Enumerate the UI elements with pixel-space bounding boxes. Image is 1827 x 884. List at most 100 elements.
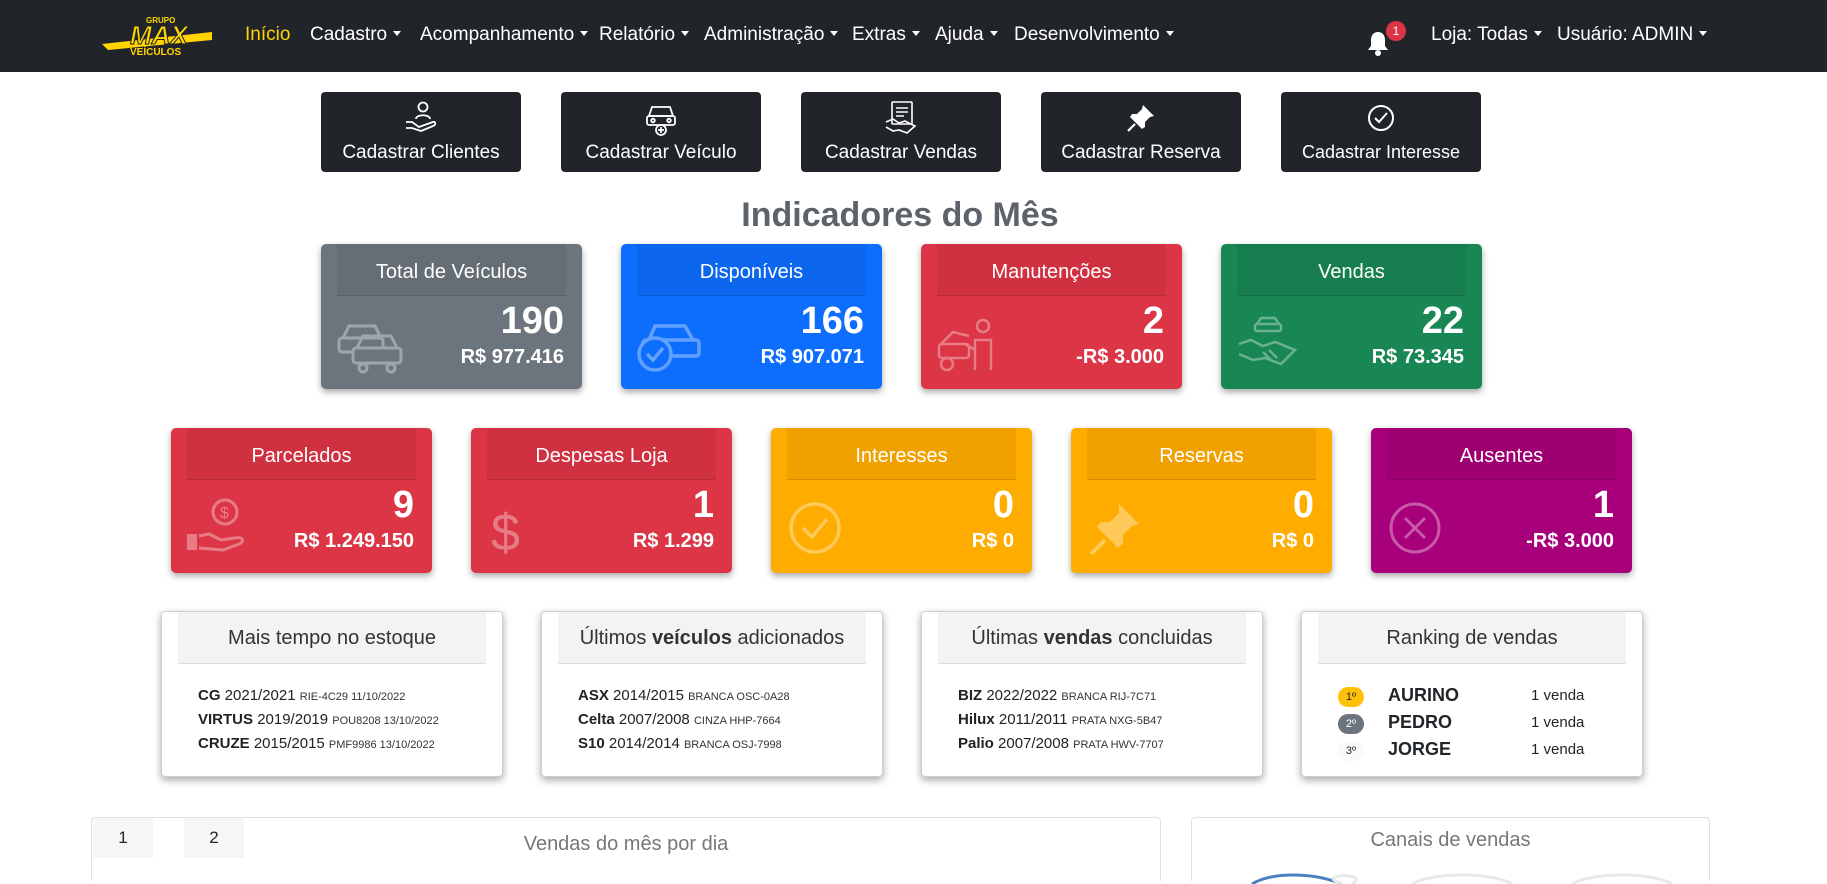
- card-value: R$ 1.299: [632, 530, 714, 552]
- card-reservas[interactable]: Reservas 0 R$ 0: [1071, 428, 1332, 573]
- caret-down-icon: [1165, 30, 1174, 36]
- list-item[interactable]: Hilux 2011/2011 PRATA NXG-5B47: [958, 711, 1164, 735]
- nav-inicio[interactable]: Início: [245, 24, 290, 46]
- panel-title-post: concluidas: [1112, 627, 1213, 649]
- card-title: Ausentes: [1387, 428, 1616, 480]
- card-count: 9: [392, 484, 414, 526]
- caret-down-icon: [830, 30, 839, 36]
- hand-user-icon: [406, 101, 437, 132]
- panel-mais-tempo-estoque: Mais tempo no estoque CG 2021/2021 RIE-4…: [161, 611, 503, 777]
- list-item[interactable]: S10 2014/2014 BRANCA OSJ-7998: [578, 735, 790, 759]
- cadastrar-vendas-button[interactable]: Cadastrar Vendas: [801, 92, 1001, 172]
- card-interesses[interactable]: Interesses 0 R$ 0: [771, 428, 1032, 573]
- card-value: R$ 0: [1271, 530, 1314, 552]
- vehicle-year: 2015/2015: [253, 735, 325, 752]
- handshake-icon: [1238, 316, 1298, 366]
- panel-title-pre: Últimas: [971, 627, 1044, 649]
- cadastrar-interesse-button[interactable]: Cadastrar Interesse: [1281, 92, 1481, 172]
- panel-title: Ranking de vendas: [1318, 612, 1626, 664]
- card-manutencoes[interactable]: Manutenções 2 -R$ 3.000: [921, 244, 1182, 389]
- panel-ultimas-vendas: Últimas vendas concluidas BIZ 2022/2022 …: [921, 611, 1263, 777]
- nav-relatorio[interactable]: Relatório: [599, 24, 690, 46]
- card-value: R$ 73.345: [1371, 346, 1464, 368]
- list-item[interactable]: VIRTUS 2019/2019 POU8208 13/10/2022: [198, 711, 439, 735]
- panel-ranking-vendas: Ranking de vendas 1º AURINO 1 venda 2º P…: [1301, 611, 1643, 777]
- card-title: Despesas Loja: [487, 428, 716, 480]
- card-title: Manutenções: [937, 244, 1166, 296]
- grupo-max-logo[interactable]: GRUPO MAX VEÍCULOS: [100, 14, 214, 56]
- caret-down-icon: [911, 30, 920, 36]
- vehicle-model: Hilux: [958, 711, 995, 728]
- sales-list: BIZ 2022/2022 BRANCA RIJ-7C71 Hilux 2011…: [958, 687, 1164, 759]
- nav-acompanhamento-label: Acompanhamento: [420, 24, 575, 45]
- vehicle-model: S10: [578, 735, 605, 752]
- vehicle-year: 2014/2014: [608, 735, 680, 752]
- panel-title-bold: veículos: [651, 627, 732, 649]
- daily-sales-title: Vendas do mês por dia: [523, 833, 729, 855]
- nav-ajuda[interactable]: Ajuda: [935, 24, 998, 46]
- nav-acompanhamento[interactable]: Acompanhamento: [420, 24, 589, 46]
- card-parcelados[interactable]: Parcelados $ 9 R$ 1.249.150: [171, 428, 432, 573]
- card-title: Disponíveis: [637, 244, 866, 296]
- panel-title-post: adicionados: [731, 627, 845, 649]
- vehicle-model: CG: [198, 687, 221, 704]
- card-vendas[interactable]: Vendas 22 R$ 73.345: [1221, 244, 1482, 389]
- nav-extras[interactable]: Extras: [852, 24, 920, 46]
- rank-position-badge: 1º: [1338, 687, 1364, 707]
- card-despesas-loja[interactable]: Despesas Loja $ 1 R$ 1.299: [471, 428, 732, 573]
- vehicle-model: CRUZE: [198, 735, 250, 752]
- vehicle-detail: PRATA NXG-5B47: [1071, 715, 1163, 727]
- vehicle-model: Palio: [958, 735, 994, 752]
- nav-relatorio-label: Relatório: [599, 24, 676, 45]
- notification-count-badge: 1: [1386, 21, 1406, 41]
- nav-desenvolvimento[interactable]: Desenvolvimento: [1014, 24, 1174, 46]
- nav-administracao-label: Administração: [704, 24, 825, 45]
- vehicle-detail: BRANCA OSJ-7998: [683, 739, 782, 751]
- vehicle-model: BIZ: [958, 687, 983, 704]
- card-count: 0: [992, 484, 1014, 526]
- vehicle-detail: POU8208 13/10/2022: [332, 715, 439, 727]
- caret-down-icon: [989, 30, 998, 36]
- nav-cadastro[interactable]: Cadastro: [310, 24, 402, 46]
- panel-title-pre: Últimos: [579, 627, 652, 649]
- list-item[interactable]: BIZ 2022/2022 BRANCA RIJ-7C71: [958, 687, 1164, 711]
- store-selector-label: Loja: Todas: [1431, 24, 1528, 45]
- vehicle-year: 2007/2008: [998, 735, 1069, 752]
- logo-main-text: MAX: [130, 20, 189, 50]
- caret-down-icon: [681, 30, 690, 36]
- card-value: R$ 1.249.150: [293, 530, 414, 552]
- list-item[interactable]: Palio 2007/2008 PRATA HWV-7707: [958, 735, 1164, 759]
- sales-count: 1 venda: [1531, 741, 1585, 758]
- cadastrar-clientes-button[interactable]: Cadastrar Clientes: [321, 92, 521, 172]
- caret-down-icon: [1699, 30, 1708, 36]
- card-count: 2: [1142, 300, 1164, 342]
- card-title: Interesses: [787, 428, 1016, 480]
- card-ausentes[interactable]: Ausentes 1 -R$ 3.000: [1371, 428, 1632, 573]
- handshake-document-icon: [885, 101, 917, 134]
- stock-list: CG 2021/2021 RIE-4C29 11/10/2022 VIRTUS …: [198, 687, 439, 759]
- card-disponiveis[interactable]: Disponíveis 166 R$ 907.071: [621, 244, 882, 389]
- hand-coin-icon: $: [187, 498, 244, 552]
- card-count: 22: [1421, 300, 1464, 342]
- cadastrar-veiculo-button[interactable]: Cadastrar Veículo: [561, 92, 761, 172]
- cadastrar-reserva-label: Cadastrar Reserva: [1061, 142, 1221, 163]
- cadastrar-reserva-button[interactable]: Cadastrar Reserva: [1041, 92, 1241, 172]
- cars-icon: [337, 324, 403, 374]
- list-item[interactable]: ASX 2014/2015 BRANCA OSC-0A28: [578, 687, 790, 711]
- card-value: R$ 0: [971, 530, 1014, 552]
- panel-ultimos-veiculos: Últimos veículos adicionados ASX 2014/20…: [541, 611, 883, 777]
- pin-icon: [1127, 105, 1154, 132]
- vehicle-year: 2019/2019: [257, 711, 329, 728]
- nav-administracao[interactable]: Administração: [704, 24, 839, 46]
- list-item[interactable]: Celta 2007/2008 CINZA HHP-7664: [578, 711, 790, 735]
- svg-text:$: $: [491, 504, 520, 558]
- list-item[interactable]: CRUZE 2015/2015 PMF9986 13/10/2022: [198, 735, 439, 759]
- card-title: Reservas: [1087, 428, 1316, 480]
- caret-down-icon: [580, 30, 589, 36]
- vehicle-year: 2011/2011: [998, 711, 1068, 728]
- cadastrar-veiculo-label: Cadastrar Veículo: [585, 142, 737, 163]
- card-total-veiculos[interactable]: Total de Veículos 190 R$ 977.416: [321, 244, 582, 389]
- list-item[interactable]: CG 2021/2021 RIE-4C29 11/10/2022: [198, 687, 439, 711]
- user-menu[interactable]: Usuário: ADMIN: [1557, 24, 1708, 46]
- store-selector[interactable]: Loja: Todas: [1431, 24, 1542, 46]
